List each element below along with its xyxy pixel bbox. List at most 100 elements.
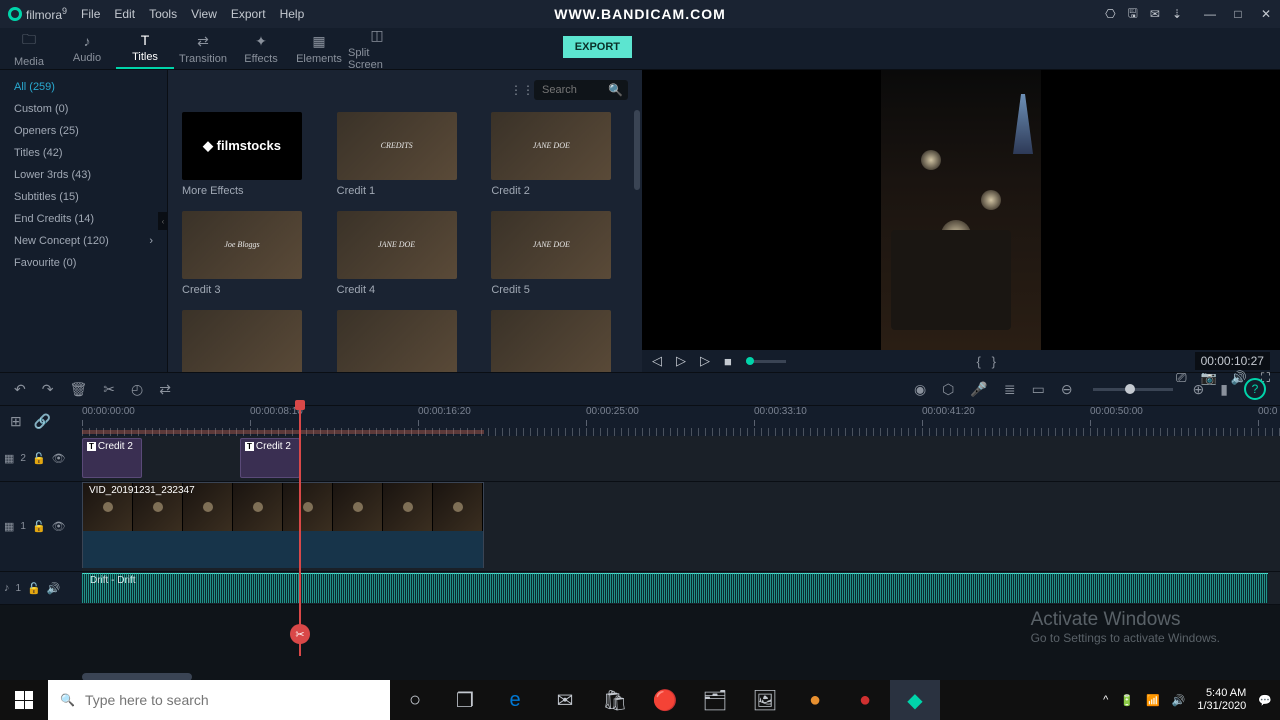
clip-credit2-b[interactable]: TCredit 2: [240, 438, 300, 478]
asset-credit-2[interactable]: JANE DOE Credit 2: [491, 112, 628, 197]
systray-wifi-icon[interactable]: 📶: [1146, 694, 1160, 707]
undo-button[interactable]: ↶: [14, 381, 26, 398]
track-content-v1[interactable]: VID_20191231_232347: [82, 482, 1280, 571]
taskbar-store[interactable]: 🛍: [590, 680, 640, 720]
search-icon[interactable]: 🔍: [608, 83, 623, 97]
render-icon[interactable]: ◉: [914, 381, 926, 398]
asset-credit-3[interactable]: Joe Bloggs Credit 3: [182, 211, 319, 296]
clip-credit2-a[interactable]: TCredit 2: [82, 438, 142, 478]
minimize-button[interactable]: —: [1204, 8, 1216, 20]
menu-help[interactable]: Help: [280, 7, 305, 21]
playhead[interactable]: ✂: [299, 406, 301, 656]
message-icon[interactable]: ✉: [1150, 7, 1160, 21]
assets-scrollbar[interactable]: [634, 110, 640, 190]
asset-credit-6[interactable]: [182, 310, 319, 372]
sidebar-collapse-handle[interactable]: ‹: [158, 212, 168, 230]
menu-edit[interactable]: Edit: [114, 7, 135, 21]
mic-icon[interactable]: ⇣: [1172, 7, 1182, 21]
lock-icon[interactable]: 🔓: [32, 520, 46, 533]
speaker-icon[interactable]: 🔊: [47, 582, 61, 595]
fit-icon[interactable]: ▮: [1220, 381, 1228, 398]
next-frame-button[interactable]: ▷: [700, 353, 710, 369]
sidebar-item-subtitles[interactable]: Subtitles (15): [0, 186, 167, 208]
export-button[interactable]: EXPORT: [563, 36, 632, 58]
play-button[interactable]: ▷: [676, 353, 686, 369]
eye-icon[interactable]: 👁: [52, 520, 66, 533]
stop-button[interactable]: ■: [724, 354, 732, 369]
help-button[interactable]: ?: [1244, 378, 1266, 400]
tab-effects[interactable]: ✦Effects: [232, 28, 290, 69]
taskbar-taskview[interactable]: ❐: [440, 680, 490, 720]
sidebar-item-newconcept[interactable]: New Concept (120)›: [0, 230, 167, 252]
taskbar-photos[interactable]: 🖼: [740, 680, 790, 720]
tab-elements[interactable]: ▦Elements: [290, 28, 348, 69]
taskbar-bandicam[interactable]: ●: [840, 680, 890, 720]
asset-credit-8[interactable]: [491, 310, 628, 372]
preview-volume-slider[interactable]: [746, 360, 786, 363]
aspect-icon[interactable]: ▭: [1032, 381, 1045, 398]
tab-media[interactable]: 🗀Media: [0, 28, 58, 69]
asset-more-effects[interactable]: ◆ filmstocks More Effects: [182, 112, 319, 197]
zoom-in-button[interactable]: ⊕: [1193, 381, 1205, 398]
sidebar-item-lower3rds[interactable]: Lower 3rds (43): [0, 164, 167, 186]
menu-export[interactable]: Export: [231, 7, 266, 21]
menu-view[interactable]: View: [191, 7, 217, 21]
track-content-t2[interactable]: TCredit 2 TCredit 2: [82, 436, 1280, 481]
menu-tools[interactable]: Tools: [149, 7, 177, 21]
track-head-a1[interactable]: ♪ 1 🔓 🔊: [0, 572, 82, 604]
zoom-out-button[interactable]: ⊖: [1061, 381, 1073, 398]
tab-titles[interactable]: TTitles: [116, 28, 174, 69]
sidebar-item-openers[interactable]: Openers (25): [0, 120, 167, 142]
track-content-a1[interactable]: Drift - Drift: [82, 572, 1280, 604]
work-area-bar[interactable]: [82, 430, 484, 434]
sidebar-item-favourite[interactable]: Favourite (0): [0, 252, 167, 274]
eye-icon[interactable]: 👁: [52, 452, 66, 465]
sidebar-item-endcredits[interactable]: End Credits (14): [0, 208, 167, 230]
taskbar-explorer[interactable]: 🗂: [690, 680, 740, 720]
tab-audio[interactable]: ♪Audio: [58, 28, 116, 69]
zoom-slider[interactable]: [1093, 388, 1173, 391]
clip-audio[interactable]: Drift - Drift: [82, 573, 1268, 603]
lock-icon[interactable]: 🔓: [32, 452, 46, 465]
start-button[interactable]: [0, 680, 48, 720]
asset-credit-4[interactable]: JANE DOE Credit 4: [337, 211, 474, 296]
quality-icon[interactable]: ⎚: [1176, 370, 1186, 386]
account-icon[interactable]: ⎔: [1105, 7, 1115, 21]
systray-notifications-icon[interactable]: 💬: [1258, 694, 1272, 707]
taskbar-filmora[interactable]: ◆: [890, 680, 940, 720]
link-icon[interactable]: 🔗: [34, 413, 51, 430]
crop-icon[interactable]: ⇄: [159, 381, 171, 398]
grid-view-icon[interactable]: ⋮⋮⋮: [510, 83, 524, 97]
systray-volume-icon[interactable]: 🔊: [1172, 694, 1186, 707]
sidebar-item-all[interactable]: All (259): [0, 76, 167, 98]
redo-button[interactable]: ↷: [42, 381, 54, 398]
search-input[interactable]: [542, 84, 602, 96]
split-button[interactable]: ✂: [103, 381, 115, 398]
taskbar-search[interactable]: 🔍: [48, 680, 390, 720]
playhead-split-icon[interactable]: ✂: [290, 624, 310, 644]
delete-button[interactable]: 🗑: [69, 381, 87, 398]
track-head-v1[interactable]: ▦ 1 🔓 👁: [0, 482, 82, 571]
track-manager-icon[interactable]: ⊞: [10, 413, 22, 430]
taskbar-chrome[interactable]: 🔴: [640, 680, 690, 720]
close-button[interactable]: ✕: [1260, 8, 1272, 20]
sidebar-item-custom[interactable]: Custom (0): [0, 98, 167, 120]
systray-battery-icon[interactable]: 🔋: [1120, 694, 1134, 707]
sidebar-item-titles[interactable]: Titles (42): [0, 142, 167, 164]
mark-in-out-icon[interactable]: { }: [976, 354, 996, 369]
tab-transition[interactable]: ⇄Transition: [174, 28, 232, 69]
save-icon[interactable]: 🖫: [1128, 4, 1138, 25]
tab-splitscreen[interactable]: ◫Split Screen: [348, 28, 406, 69]
speed-icon[interactable]: ◴: [131, 381, 143, 398]
taskbar-search-input[interactable]: [85, 692, 378, 708]
track-head-t2[interactable]: ▦ 2 🔓 👁: [0, 436, 82, 481]
systray-clock[interactable]: 5:40 AM 1/31/2020: [1197, 687, 1246, 713]
taskbar-app1[interactable]: ●: [790, 680, 840, 720]
preview-video[interactable]: [642, 70, 1280, 350]
taskbar-mail[interactable]: ✉: [540, 680, 590, 720]
lock-icon[interactable]: 🔓: [27, 582, 41, 595]
asset-credit-1[interactable]: CREDITS Credit 1: [337, 112, 474, 197]
maximize-button[interactable]: □: [1232, 8, 1244, 20]
mixer-icon[interactable]: ≣: [1004, 381, 1016, 398]
taskbar-cortana[interactable]: ○: [390, 680, 440, 720]
